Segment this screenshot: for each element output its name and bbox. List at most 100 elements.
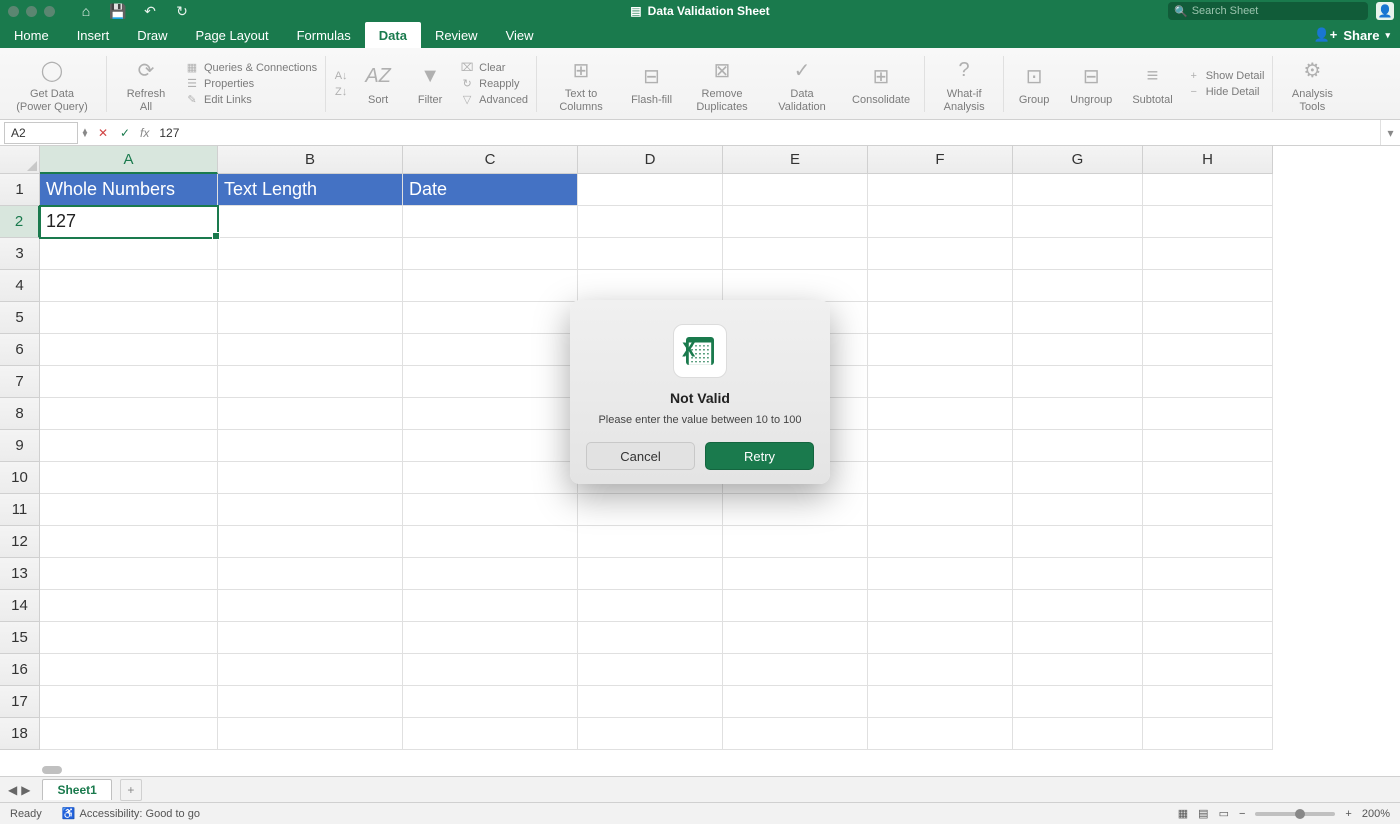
cell-G17[interactable] — [1013, 686, 1143, 718]
row-header-18[interactable]: 18 — [0, 718, 40, 750]
cell-H3[interactable] — [1143, 238, 1273, 270]
cancel-entry-icon[interactable]: ✕ — [92, 126, 114, 140]
row-header-4[interactable]: 4 — [0, 270, 40, 302]
cell-G9[interactable] — [1013, 430, 1143, 462]
user-avatar-icon[interactable]: 👤 — [1376, 2, 1394, 20]
row-header-7[interactable]: 7 — [0, 366, 40, 398]
cell-B1[interactable]: Text Length — [218, 174, 403, 206]
fx-icon[interactable]: fx — [140, 126, 149, 140]
cell-F9[interactable] — [868, 430, 1013, 462]
row-header-8[interactable]: 8 — [0, 398, 40, 430]
cell-A2[interactable]: 127 — [40, 206, 218, 238]
cell-F3[interactable] — [868, 238, 1013, 270]
row-header-5[interactable]: 5 — [0, 302, 40, 334]
cell-F17[interactable] — [868, 686, 1013, 718]
what-if-button[interactable]: ? What-if Analysis — [933, 48, 995, 119]
get-data-button[interactable]: ◯ Get Data (Power Query) — [6, 48, 98, 119]
cell-G5[interactable] — [1013, 302, 1143, 334]
cell-H14[interactable] — [1143, 590, 1273, 622]
cell-F13[interactable] — [868, 558, 1013, 590]
cell-F5[interactable] — [868, 302, 1013, 334]
cell-F7[interactable] — [868, 366, 1013, 398]
row-header-9[interactable]: 9 — [0, 430, 40, 462]
cell-G13[interactable] — [1013, 558, 1143, 590]
sheet-tab-active[interactable]: Sheet1 — [42, 779, 111, 800]
cancel-button[interactable]: Cancel — [586, 442, 695, 470]
cell-G8[interactable] — [1013, 398, 1143, 430]
accessibility-status[interactable]: ♿ Accessibility: Good to go — [62, 807, 200, 820]
cell-E3[interactable] — [723, 238, 868, 270]
properties-button[interactable]: ☰Properties — [185, 77, 317, 91]
maximize-window-icon[interactable] — [44, 6, 55, 17]
view-page-layout-icon[interactable]: ▤ — [1198, 807, 1208, 820]
search-sheet-input[interactable]: 🔍 Search Sheet — [1168, 2, 1368, 20]
row-header-10[interactable]: 10 — [0, 462, 40, 494]
cell-B13[interactable] — [218, 558, 403, 590]
cell-C12[interactable] — [403, 526, 578, 558]
cell-A7[interactable] — [40, 366, 218, 398]
spreadsheet-grid[interactable]: ABCDEFGH 1Whole NumbersText LengthDate21… — [0, 146, 1400, 776]
cell-B7[interactable] — [218, 366, 403, 398]
sort-desc-button[interactable]: Z↓ — [334, 85, 348, 99]
add-sheet-button[interactable]: + — [120, 779, 142, 801]
cell-E11[interactable] — [723, 494, 868, 526]
cell-G10[interactable] — [1013, 462, 1143, 494]
flash-fill-button[interactable]: ⊟ Flash-fill — [625, 48, 678, 119]
cell-D11[interactable] — [578, 494, 723, 526]
tab-page-layout[interactable]: Page Layout — [182, 22, 283, 48]
cell-G6[interactable] — [1013, 334, 1143, 366]
cell-H9[interactable] — [1143, 430, 1273, 462]
cell-E2[interactable] — [723, 206, 868, 238]
cell-B16[interactable] — [218, 654, 403, 686]
cell-C10[interactable] — [403, 462, 578, 494]
cell-G16[interactable] — [1013, 654, 1143, 686]
cell-D16[interactable] — [578, 654, 723, 686]
cell-D12[interactable] — [578, 526, 723, 558]
subtotal-button[interactable]: ≡ Subtotal — [1126, 48, 1178, 119]
cell-F12[interactable] — [868, 526, 1013, 558]
cell-C9[interactable] — [403, 430, 578, 462]
cell-B14[interactable] — [218, 590, 403, 622]
column-header-F[interactable]: F — [868, 146, 1013, 174]
confirm-entry-icon[interactable]: ✓ — [114, 126, 136, 140]
zoom-level[interactable]: 200% — [1362, 808, 1390, 820]
retry-button[interactable]: Retry — [705, 442, 814, 470]
cell-B10[interactable] — [218, 462, 403, 494]
cell-F18[interactable] — [868, 718, 1013, 750]
sort-button[interactable]: AZ Sort — [356, 48, 400, 119]
cell-D2[interactable] — [578, 206, 723, 238]
cell-B5[interactable] — [218, 302, 403, 334]
cell-C8[interactable] — [403, 398, 578, 430]
cell-E15[interactable] — [723, 622, 868, 654]
cell-G15[interactable] — [1013, 622, 1143, 654]
hide-detail-button[interactable]: −Hide Detail — [1187, 85, 1265, 99]
close-window-icon[interactable] — [8, 6, 19, 17]
cell-G14[interactable] — [1013, 590, 1143, 622]
cell-A17[interactable] — [40, 686, 218, 718]
cell-A1[interactable]: Whole Numbers — [40, 174, 218, 206]
analysis-tools-button[interactable]: ⚙ Analysis Tools — [1281, 48, 1343, 119]
cell-A10[interactable] — [40, 462, 218, 494]
cell-A6[interactable] — [40, 334, 218, 366]
column-header-D[interactable]: D — [578, 146, 723, 174]
share-button[interactable]: 👤+ Share ▾ — [1314, 22, 1390, 48]
cell-G3[interactable] — [1013, 238, 1143, 270]
row-header-3[interactable]: 3 — [0, 238, 40, 270]
column-header-E[interactable]: E — [723, 146, 868, 174]
cell-A14[interactable] — [40, 590, 218, 622]
edit-links-button[interactable]: ✎Edit Links — [185, 93, 317, 107]
consolidate-button[interactable]: ⊞ Consolidate — [846, 48, 916, 119]
show-detail-button[interactable]: +Show Detail — [1187, 69, 1265, 83]
tab-insert[interactable]: Insert — [63, 22, 124, 48]
cell-C6[interactable] — [403, 334, 578, 366]
cell-E12[interactable] — [723, 526, 868, 558]
cell-A16[interactable] — [40, 654, 218, 686]
cell-A9[interactable] — [40, 430, 218, 462]
row-header-15[interactable]: 15 — [0, 622, 40, 654]
cell-C11[interactable] — [403, 494, 578, 526]
cell-B3[interactable] — [218, 238, 403, 270]
cell-F14[interactable] — [868, 590, 1013, 622]
cell-H12[interactable] — [1143, 526, 1273, 558]
cell-G18[interactable] — [1013, 718, 1143, 750]
tab-review[interactable]: Review — [421, 22, 492, 48]
